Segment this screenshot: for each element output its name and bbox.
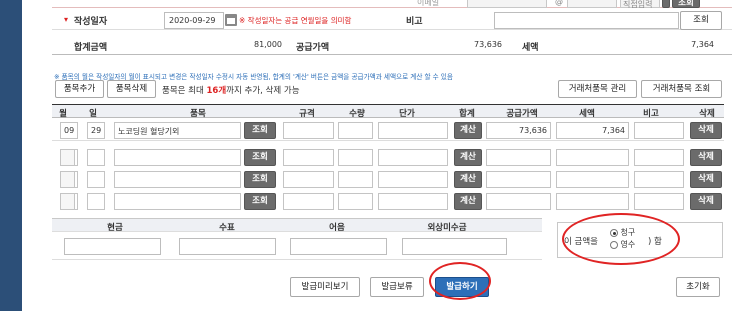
- row-remark-input[interactable]: [634, 149, 684, 166]
- row-supply-input[interactable]: [486, 171, 551, 188]
- row-calc-button[interactable]: 계산: [454, 193, 482, 210]
- item-limit-text: 품목은 최대 16개까지 추가, 삭제 가능: [162, 84, 300, 96]
- row-day-input[interactable]: [87, 171, 105, 188]
- row-month-empty[interactable]: [60, 171, 75, 188]
- col-sum: 합계: [459, 109, 475, 119]
- row-day-input[interactable]: [87, 193, 105, 210]
- row-item-lookup-button[interactable]: 조회: [244, 171, 276, 188]
- at-sign: @: [555, 0, 563, 6]
- totals-row: [52, 31, 732, 55]
- tax-invoice-form: 이메일 @ 직접입력 조회 ▾ 작성일자 2020-09-29 ※ 작성일자는 …: [52, 0, 732, 311]
- required-marker-icon: ▾: [64, 15, 69, 24]
- row-delete-button[interactable]: 삭제: [690, 171, 722, 188]
- issue-hold-button[interactable]: 발급보류: [370, 277, 424, 297]
- amount-type-highlight: [562, 213, 680, 265]
- row-delete-button[interactable]: 삭제: [690, 149, 722, 166]
- delete-item-button[interactable]: 품목삭제: [107, 80, 156, 98]
- col-delete: 삭제: [699, 109, 715, 119]
- remark-input[interactable]: [494, 12, 679, 29]
- check-input[interactable]: [179, 238, 276, 255]
- reset-button[interactable]: 초기화: [676, 277, 720, 297]
- issue-preview-button[interactable]: 발급미리보기: [290, 277, 360, 297]
- payment-note-label: 어음: [329, 223, 345, 233]
- row-price-input[interactable]: [378, 171, 448, 188]
- row-price-input[interactable]: [378, 193, 448, 210]
- row-qty-input[interactable]: [338, 149, 373, 166]
- issue-date-label: 작성일자: [74, 17, 108, 27]
- payment-divider: [52, 259, 542, 260]
- row-tax-input[interactable]: [556, 171, 629, 188]
- row-calc-button[interactable]: 계산: [454, 171, 482, 188]
- item-limit-suffix: 까지 추가, 삭제 가능: [226, 86, 300, 96]
- row-item-input[interactable]: [114, 149, 241, 166]
- col-supply: 공급가액: [506, 109, 538, 119]
- email-label: 이메일: [417, 0, 440, 7]
- email-lookup-button[interactable]: 조회: [672, 0, 700, 8]
- calendar-icon[interactable]: [225, 14, 237, 26]
- payment-cash-label: 현금: [107, 223, 123, 233]
- item-grid-header: 월 일 품목 규격 수량 단가 합계 공급가액 세액 비고 삭제: [52, 104, 724, 119]
- email-domain-input[interactable]: [567, 0, 617, 8]
- payment-credit-label: 외상미수금: [427, 223, 467, 233]
- col-remark: 비고: [643, 109, 659, 119]
- row-item-input[interactable]: [114, 171, 241, 188]
- issue-date-note: ※ 작성일자는 공급 연월일을 의미함: [239, 16, 352, 25]
- col-item: 품목: [190, 109, 206, 119]
- row-item-lookup-button[interactable]: 조회: [244, 193, 276, 210]
- payment-header: 현금 수표 어음 외상미수금: [52, 218, 542, 233]
- row-delete-button[interactable]: 삭제: [690, 193, 722, 210]
- email-domain-select[interactable]: 직접입력: [620, 0, 660, 9]
- total-amount-value: 81,000: [254, 40, 282, 49]
- client-item-lookup-button[interactable]: 거래처품목 조회: [641, 80, 722, 98]
- row-day-input[interactable]: [87, 149, 105, 166]
- col-tax: 세액: [579, 109, 595, 119]
- supply-amount-label: 공급가액: [296, 43, 330, 53]
- supply-amount-value: 73,636: [474, 40, 502, 49]
- row-month-empty[interactable]: [60, 193, 75, 210]
- cash-input[interactable]: [64, 238, 161, 255]
- row-spec-input[interactable]: [283, 193, 334, 210]
- remark-lookup-button[interactable]: 조회: [680, 11, 722, 30]
- credit-input[interactable]: [402, 238, 507, 255]
- select-arrow-icon[interactable]: [662, 0, 670, 8]
- row-qty-input[interactable]: [338, 171, 373, 188]
- left-sidebar: [0, 0, 22, 311]
- row-remark-input[interactable]: [634, 193, 684, 210]
- row-item-lookup-button[interactable]: 조회: [244, 149, 276, 166]
- email-local-input[interactable]: [467, 0, 547, 8]
- row-calc-button[interactable]: 계산: [454, 149, 482, 166]
- row-item-input[interactable]: [114, 193, 241, 210]
- row-supply-input[interactable]: [486, 149, 551, 166]
- payment-check-label: 수표: [219, 223, 235, 233]
- row-divider: [52, 119, 724, 141]
- issue-highlight: [429, 262, 491, 300]
- row-spec-input[interactable]: [283, 149, 334, 166]
- note-input[interactable]: [290, 238, 387, 255]
- row-price-input[interactable]: [378, 149, 448, 166]
- remark-label: 비고: [406, 17, 423, 27]
- tax-amount-value: 7,364: [691, 40, 714, 49]
- row-qty-input[interactable]: [338, 193, 373, 210]
- item-limit-count: 16개: [206, 86, 227, 96]
- issue-date-input[interactable]: 2020-09-29: [164, 12, 224, 29]
- col-price: 단가: [399, 109, 415, 119]
- add-item-button[interactable]: 품목추가: [55, 80, 104, 98]
- col-day: 일: [89, 109, 97, 119]
- row-supply-input[interactable]: [486, 193, 551, 210]
- row-month-empty[interactable]: [60, 149, 75, 166]
- col-month: 월: [59, 109, 67, 119]
- col-spec: 규격: [299, 109, 315, 119]
- col-qty: 수량: [349, 109, 365, 119]
- row-tax-input[interactable]: [556, 149, 629, 166]
- row-tax-input[interactable]: [556, 193, 629, 210]
- tax-amount-label: 세액: [522, 43, 539, 53]
- client-item-manage-button[interactable]: 거래처품목 관리: [558, 80, 637, 98]
- total-amount-label: 합계금액: [74, 43, 108, 53]
- row-spec-input[interactable]: [283, 171, 334, 188]
- row-remark-input[interactable]: [634, 171, 684, 188]
- item-limit-prefix: 품목은 최대: [162, 86, 207, 96]
